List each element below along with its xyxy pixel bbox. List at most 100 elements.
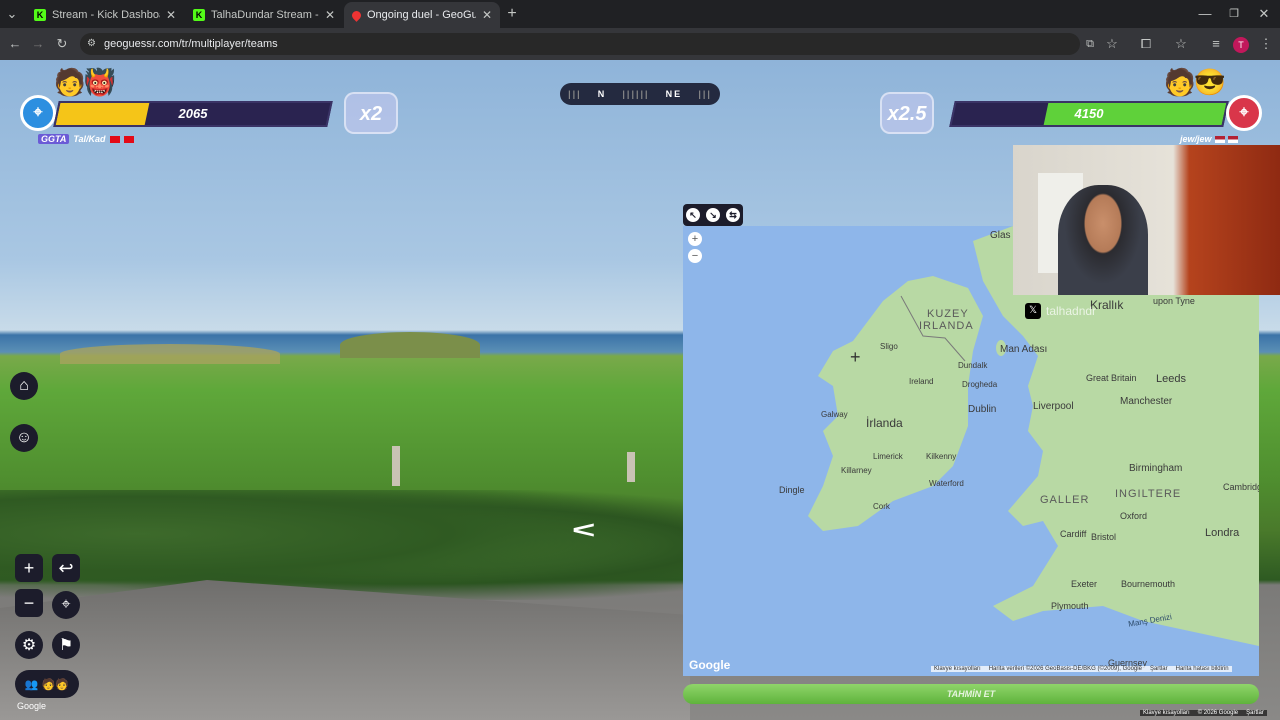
install-app-icon[interactable]: ⧉ bbox=[1080, 34, 1100, 54]
fence-post bbox=[627, 452, 635, 482]
tab-geoguessr[interactable]: Ongoing duel - GeoGuessr ✕ bbox=[344, 2, 500, 28]
close-icon[interactable]: ✕ bbox=[482, 8, 492, 22]
map-label-bournemouth: Bournemouth bbox=[1121, 579, 1176, 589]
team-avatar: 👹 bbox=[83, 67, 117, 97]
map-label-oxford: Oxford bbox=[1120, 511, 1148, 521]
zoom-in-button[interactable]: + bbox=[15, 554, 43, 582]
window-close-icon[interactable]: ✕ bbox=[1254, 4, 1274, 24]
map-expand-icon[interactable]: ↖ bbox=[686, 208, 700, 222]
kick-icon: K bbox=[34, 9, 46, 21]
site-info-icon[interactable]: ⚙ bbox=[87, 33, 96, 55]
google-logo: Google bbox=[17, 701, 47, 711]
map-label-plymouth: Plymouth bbox=[1051, 601, 1089, 611]
x-logo-icon: 𝕏 bbox=[1025, 303, 1041, 319]
zoom-out-button[interactable]: − bbox=[15, 589, 43, 617]
new-tab-button[interactable]: + bbox=[502, 4, 522, 24]
left-team-health-bar: 2065 bbox=[53, 101, 333, 127]
extensions-icon[interactable]: ⧠ bbox=[1136, 34, 1156, 54]
team-tag: GGTA bbox=[38, 134, 70, 144]
map-label-limerick: Limerick bbox=[873, 452, 903, 461]
address-bar[interactable]: ⚙ geoguessr.com/tr/multiplayer/teams bbox=[80, 33, 1080, 55]
restore-icon[interactable]: ❐ bbox=[1224, 4, 1244, 24]
map-label-leeds: Leeds bbox=[1156, 373, 1186, 385]
fence-post bbox=[392, 446, 400, 486]
compass-ticks: ||| bbox=[568, 89, 582, 99]
left-team-score: 2065 bbox=[178, 106, 208, 121]
compass-bar: ||| N |||||| NE ||| bbox=[560, 83, 720, 105]
close-icon[interactable]: ✕ bbox=[166, 8, 176, 22]
map-label-cardiff: Cardiff bbox=[1060, 529, 1087, 539]
streamer-handle: talhadndr bbox=[1046, 304, 1097, 318]
map-label-exeter: Exeter bbox=[1071, 579, 1098, 589]
map-label-great-britain: Great Britain bbox=[1086, 373, 1137, 383]
emote-icon[interactable]: ☺ bbox=[10, 424, 38, 452]
map-zoom-out[interactable]: − bbox=[688, 249, 702, 263]
tab-kick-stream[interactable]: K TalhaDundar Stream - Watch Li ✕ bbox=[185, 2, 343, 28]
right-team-label: jew/jew bbox=[1180, 134, 1238, 144]
headland bbox=[340, 332, 480, 358]
attribution-data: Harita verileri ©2026 GeoBasis-DE/BKG (©… bbox=[988, 666, 1142, 672]
map-label-dundalk: Dundalk bbox=[958, 361, 988, 370]
compass-northeast: NE bbox=[665, 89, 683, 99]
return-to-start-icon[interactable]: ⌖ bbox=[52, 591, 80, 619]
team-name: jew/jew bbox=[1180, 134, 1212, 144]
crosshair-icon: + bbox=[850, 347, 861, 367]
team-pin-icon: ⌖ bbox=[1226, 95, 1262, 131]
footer-copyright: © 2026 Google bbox=[1197, 710, 1239, 716]
footer-terms[interactable]: Şartlar bbox=[1246, 710, 1264, 716]
tab-title: Stream - Kick Dashboard bbox=[52, 9, 160, 21]
settings-gear-icon[interactable]: ⚙ bbox=[15, 631, 43, 659]
map-size-controls: ↖ ↘ ⇆ bbox=[683, 204, 743, 226]
attribution-report[interactable]: Harita hatası bildirin bbox=[1176, 666, 1229, 672]
left-team-multiplier: x2 bbox=[344, 92, 398, 134]
tab-kick-dashboard[interactable]: K Stream - Kick Dashboard ✕ bbox=[26, 2, 184, 28]
map-label-bristol: Bristol bbox=[1091, 532, 1117, 542]
attribution-terms[interactable]: Şartlar bbox=[1150, 666, 1168, 672]
move-arrow-icon[interactable]: < bbox=[572, 517, 595, 544]
map-label-manchester: Manchester bbox=[1120, 396, 1173, 407]
guess-button[interactable]: TAHMİN ET bbox=[683, 684, 1259, 704]
kick-icon: K bbox=[193, 9, 205, 21]
attribution-shortcuts[interactable]: Klavye kısayolları bbox=[934, 666, 981, 672]
tab-search-icon[interactable]: ⌄ bbox=[2, 4, 22, 24]
menu-icon[interactable]: ⋮ bbox=[1256, 34, 1276, 54]
footer-shortcuts[interactable]: Klavye kısayolları bbox=[1143, 710, 1190, 716]
map-label-northern-ireland: IRLANDA bbox=[919, 320, 974, 332]
usa-flag-icon bbox=[1227, 135, 1238, 143]
report-location-icon[interactable]: ⌂ bbox=[10, 372, 38, 400]
media-icon[interactable]: ≡ bbox=[1206, 34, 1226, 54]
map-label-ireland: Ireland bbox=[909, 377, 934, 386]
tab-title: Ongoing duel - GeoGuessr bbox=[367, 9, 476, 21]
bookmarks-icon[interactable]: ☆ bbox=[1171, 34, 1191, 54]
map-label-sligo: Sligo bbox=[880, 342, 898, 351]
team-chat-button[interactable]: 👥 🧑🧑 bbox=[15, 670, 79, 698]
left-team-label: GGTA Tal/Kad bbox=[38, 134, 134, 144]
map-label-glasgow: Glas bbox=[990, 230, 1011, 241]
close-icon[interactable]: ✕ bbox=[325, 8, 335, 22]
minimize-icon[interactable]: — bbox=[1195, 4, 1215, 24]
turkey-flag-icon bbox=[109, 135, 120, 143]
undo-move-button[interactable]: ↩ bbox=[52, 554, 80, 582]
right-team-score: 4150 bbox=[1074, 106, 1104, 121]
profile-avatar[interactable]: T bbox=[1233, 37, 1249, 53]
map-pin-icon[interactable]: ⇆ bbox=[726, 208, 740, 222]
roadside-shrubs bbox=[0, 490, 690, 600]
map-shrink-icon[interactable]: ↘ bbox=[706, 208, 720, 222]
map-label-london: Londra bbox=[1205, 527, 1240, 539]
reload-icon[interactable]: ↻ bbox=[52, 34, 72, 54]
map-label-dingle: Dingle bbox=[779, 485, 805, 495]
team-pin-icon: ⌖ bbox=[20, 95, 56, 131]
map-label-galway: Galway bbox=[821, 410, 848, 419]
road bbox=[0, 580, 690, 720]
map-label-dublin: Dublin bbox=[968, 404, 997, 415]
back-icon[interactable]: ← bbox=[5, 34, 25, 54]
distant-hill bbox=[60, 344, 280, 364]
team-avatar: 😎 bbox=[1193, 67, 1227, 97]
right-team-multiplier: x2.5 bbox=[880, 92, 934, 134]
bookmark-star-icon[interactable]: ☆ bbox=[1102, 34, 1122, 54]
map-zoom-in[interactable]: + bbox=[688, 232, 702, 246]
right-team-health-bar: 4150 bbox=[949, 101, 1229, 127]
map-label-northern-ireland: KUZEY bbox=[927, 308, 969, 320]
flag-icon[interactable]: ⚑ bbox=[52, 631, 80, 659]
forward-icon[interactable]: → bbox=[28, 34, 48, 54]
